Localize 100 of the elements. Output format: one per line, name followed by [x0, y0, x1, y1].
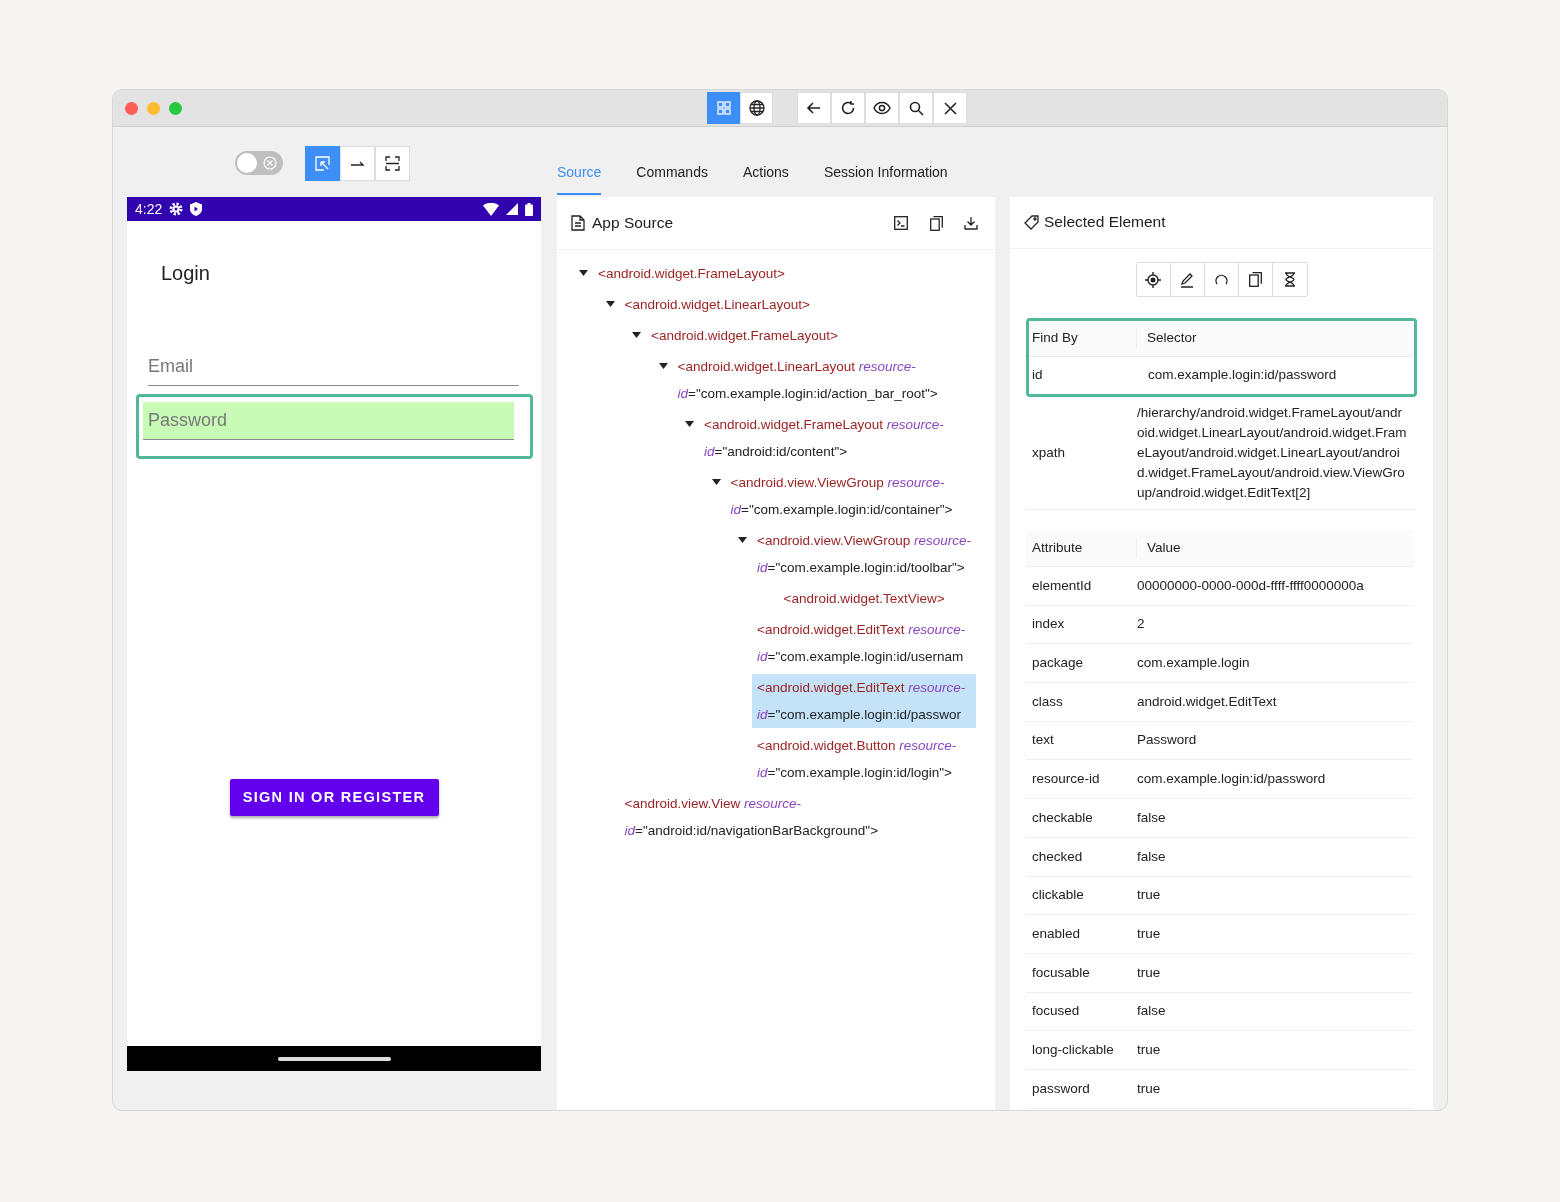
search-button[interactable] [899, 92, 933, 124]
tag-icon [1024, 214, 1039, 230]
table-cell-text: enabled [1031, 924, 1082, 943]
copy-icon [929, 215, 943, 231]
table-cell-text: true [1137, 963, 1161, 982]
table-cell-text: com.example.login:id/password [1147, 366, 1337, 385]
tab[interactable]: Actions [742, 162, 789, 195]
table-cell-text: true [1137, 886, 1161, 905]
panel-title: App Source [592, 213, 673, 234]
table-cell-text: focused [1031, 1002, 1081, 1021]
expand-caret-icon[interactable] [711, 479, 721, 486]
text-field[interactable]: Email [148, 348, 519, 386]
expand-caret-icon[interactable] [685, 421, 694, 428]
pencil-icon [1179, 271, 1195, 288]
refresh-button[interactable] [831, 92, 865, 124]
table-cell-text: 2 [1137, 615, 1145, 634]
table-cell-text: package [1031, 654, 1085, 673]
terminal-icon [894, 216, 908, 230]
back-button[interactable] [797, 92, 831, 124]
tree-node[interactable]: <android.widget.Button resource-id="com.example.login:id/login"> [752, 732, 976, 786]
tab[interactable]: Commands [636, 162, 708, 195]
download-icon [964, 216, 978, 230]
shield-icon [190, 202, 203, 216]
tap-tool-button[interactable] [374, 145, 410, 181]
status-time: 4:22 [135, 199, 163, 219]
globe-icon [748, 100, 765, 116]
tree-node[interactable]: <android.widget.FrameLayout> [593, 260, 976, 287]
table-cell-text: android.widget.EditText [1137, 692, 1277, 711]
column-header: Attribute [1026, 537, 1137, 559]
tree-node[interactable]: <android.view.View resource-id="android:id/navigationBarBackground"> [619, 790, 976, 844]
toggle-switch[interactable] [234, 151, 283, 175]
table-cell-text: checked [1031, 847, 1084, 866]
table-cell-text: 00000000-0000-000d-ffff-ffff0000000a [1137, 576, 1364, 595]
battery-icon [525, 202, 533, 216]
tree-node[interactable]: <android.widget.LinearLayout> [619, 291, 976, 318]
tree-node[interactable]: <android.widget.FrameLayout resource-id="android:id/content"> [699, 411, 976, 465]
table-cell-text: com.example.login [1137, 654, 1250, 673]
gear-icon [169, 202, 184, 216]
cancel-icon [262, 156, 277, 170]
wifi-icon [483, 202, 499, 216]
back-arrow-icon [806, 100, 822, 116]
expand-caret-icon[interactable] [658, 363, 668, 370]
tree-node[interactable]: <android.widget.EditText resource-id="com.example.login:id/usernam [752, 616, 976, 670]
table-cell-text: true [1137, 1079, 1161, 1098]
table-cell-text: text [1031, 731, 1055, 750]
web-mode-button[interactable] [740, 92, 773, 124]
table-cell-text: false [1137, 808, 1166, 827]
signal-icon [506, 203, 518, 215]
table-cell-text: xpath [1031, 443, 1067, 462]
table-cell-text: Password [1137, 731, 1197, 750]
tree-node[interactable]: <android.widget.LinearLayout resource-id="com.example.login:id/action_bar_root"> [672, 353, 976, 407]
table-cell-text: focusable [1031, 963, 1091, 982]
table-cell-text: clickable [1031, 886, 1085, 905]
table-cell-text: class [1031, 692, 1064, 711]
copy-icon [1248, 272, 1262, 287]
tree-node[interactable]: <android.widget.FrameLayout> [646, 322, 976, 349]
terminal-button[interactable] [891, 213, 911, 233]
close-icon [943, 101, 957, 115]
table-cell-text: long-clickable [1031, 1040, 1115, 1059]
column-header: Value [1146, 538, 1181, 557]
grid-icon [716, 101, 731, 115]
column-header: Selector [1146, 329, 1197, 348]
refresh-icon [840, 100, 856, 116]
table-cell-text: password [1031, 1079, 1091, 1098]
select-icon [314, 155, 330, 171]
sign-in-button[interactable]: SIGN IN OR REGISTER [229, 779, 439, 816]
table-cell-text: index [1031, 615, 1066, 634]
expand-caret-icon[interactable] [738, 537, 747, 544]
text-field[interactable]: Password [143, 402, 514, 440]
scan-frame-icon [384, 155, 400, 171]
document-icon [571, 215, 585, 231]
eye-icon [873, 101, 891, 115]
table-cell-text: com.example.login:id/password [1137, 770, 1326, 789]
tree-node[interactable]: <android.view.ViewGroup resource-id="com.example.login:id/toolbar"> [752, 527, 976, 581]
expand-caret-icon[interactable] [632, 332, 641, 339]
swipe-tool-button[interactable] [339, 145, 375, 181]
column-header: Find By [1029, 328, 1137, 349]
undo-icon [1213, 272, 1229, 287]
expand-caret-icon[interactable] [605, 301, 615, 308]
screen-title: Login [161, 261, 211, 286]
tree-node[interactable]: <android.widget.EditText resource-id="com.example.login:id/passwor [752, 674, 976, 728]
search-icon [908, 100, 924, 116]
close-button[interactable] [933, 92, 967, 124]
table-cell-text: false [1137, 847, 1166, 866]
eye-button[interactable] [865, 92, 899, 124]
table-cell-text: elementId [1031, 576, 1093, 595]
table-cell-text: id [1031, 366, 1044, 385]
table-cell-text: true [1137, 1040, 1161, 1059]
table-cell-text: resource-id [1031, 770, 1101, 789]
table-cell-text: false [1137, 1002, 1166, 1021]
tree-node[interactable]: <android.widget.TextView> [778, 585, 976, 612]
expand-caret-icon[interactable] [579, 270, 588, 277]
crosshair-icon [1145, 271, 1161, 288]
table-cell-text: checkable [1031, 808, 1094, 827]
tree-node[interactable]: <android.view.ViewGroup resource-id="com.example.login:id/container"> [725, 469, 976, 523]
table-cell-text: true [1137, 924, 1161, 943]
home-handle[interactable] [277, 1056, 391, 1061]
panel-title: Selected Element [1044, 212, 1166, 233]
table-cell-text: /hierarchy/android.widget.FrameLayout/android.widget.LinearLayout/android.widget.FrameLayout/android.widget.LinearLayout/android.widget.FrameLayout/android.view.ViewGroup/android.widget.EditText[2] [1137, 404, 1408, 502]
tab[interactable]: Session Information [823, 162, 948, 195]
